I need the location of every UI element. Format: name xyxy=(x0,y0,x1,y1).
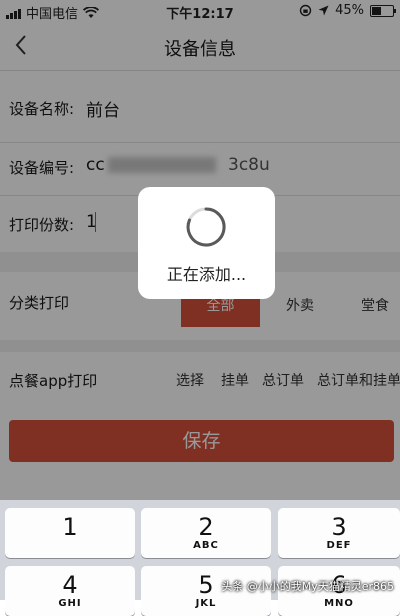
key-number: 4 xyxy=(62,571,78,599)
loading-spinner-icon xyxy=(186,207,226,247)
key-1[interactable]: 1 xyxy=(5,508,135,558)
key-number: 3 xyxy=(331,513,347,541)
loading-text: 正在添加... xyxy=(166,265,247,284)
key-4[interactable]: 4 GHI xyxy=(5,566,135,616)
watermark: 头条 @小小的我My天猫精灵er865 xyxy=(221,580,394,593)
key-letters: DEF xyxy=(326,540,352,551)
key-2[interactable]: 2 ABC xyxy=(141,508,271,558)
key-number: 1 xyxy=(62,513,78,541)
key-letters: ABC xyxy=(193,540,219,551)
key-number: 2 xyxy=(198,513,214,541)
loading-toast: 正在添加... xyxy=(138,187,275,299)
key-3[interactable]: 3 DEF xyxy=(278,508,400,558)
numeric-keyboard: 1 2 ABC 3 DEF 4 GHI 5 JKL 6 MNO 头条 @小小的我… xyxy=(0,500,400,616)
